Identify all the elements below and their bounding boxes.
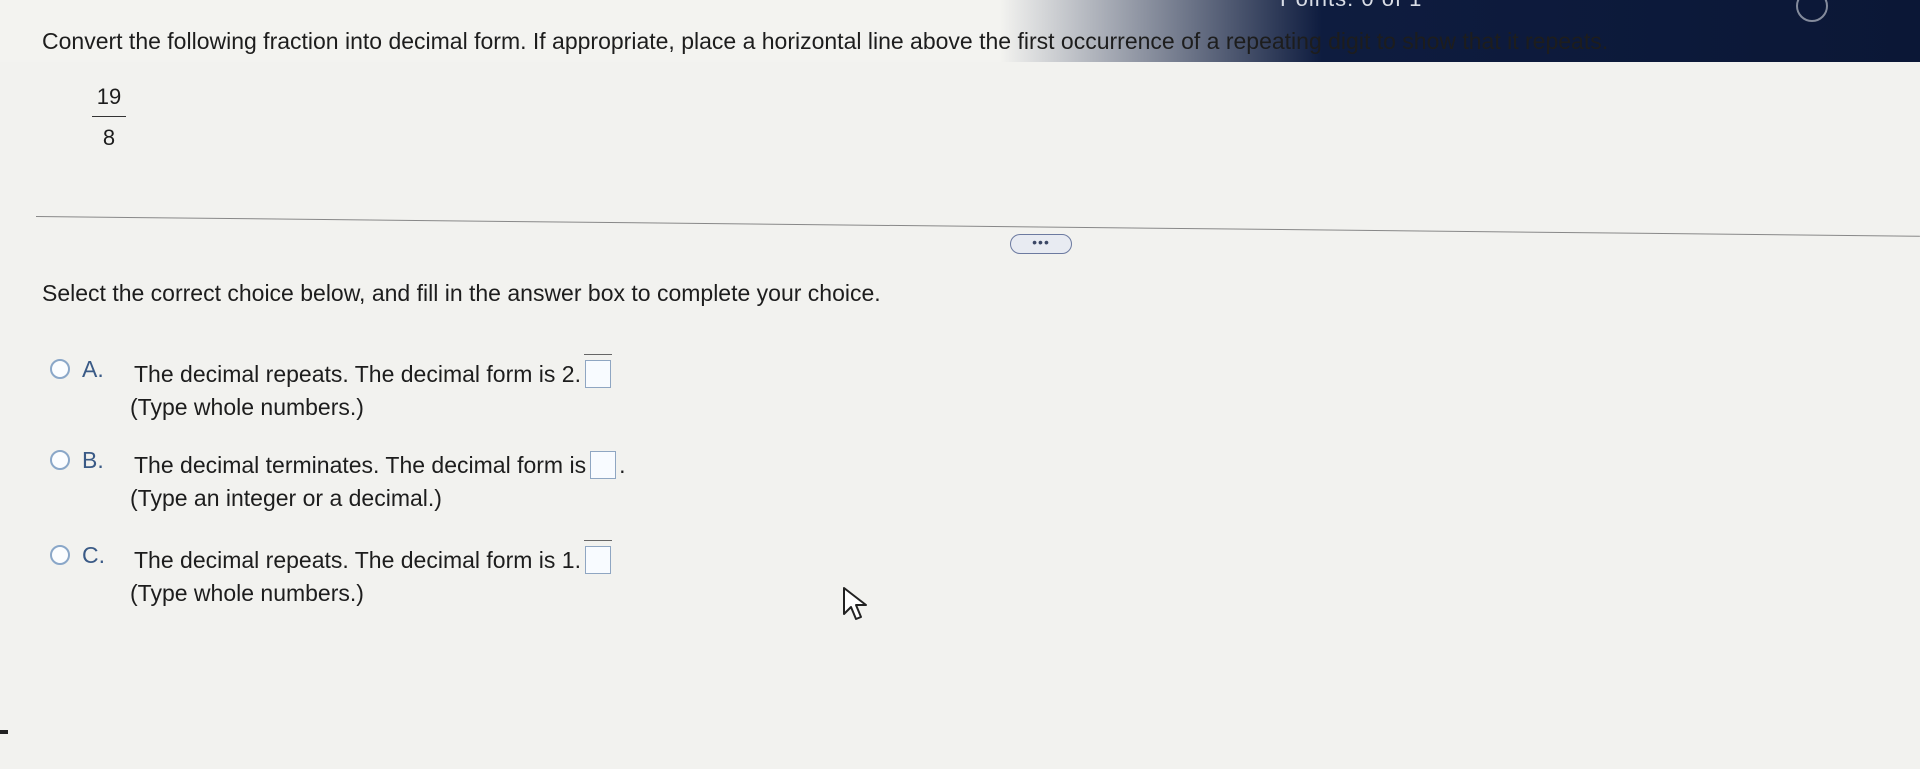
choice-a-answer-box[interactable] (583, 354, 612, 388)
choice-c-letter: C. (82, 542, 105, 568)
fraction: 19 8 (92, 84, 126, 151)
more-button[interactable]: ••• (1010, 234, 1072, 254)
choice-c-text: The decimal repeats. The decimal form is… (134, 540, 612, 574)
choice-b-text-after: . (619, 452, 626, 478)
choice-a-radio[interactable] (50, 359, 70, 379)
choice-a-text: The decimal repeats. The decimal form is… (134, 354, 612, 388)
fraction-bar (92, 116, 126, 117)
fraction-numerator: 19 (96, 84, 122, 109)
choice-a-text-before: The decimal repeats. The decimal form is… (134, 361, 581, 387)
points-indicator: Points: 0 of 1 (1280, 0, 1422, 12)
choice-c-hint: (Type whole numbers.) (130, 580, 364, 606)
instruction-text: Select the correct choice below, and fil… (42, 280, 881, 306)
choice-b-hint: (Type an integer or a decimal.) (130, 485, 442, 511)
divider (35, 216, 1920, 237)
edge-mark (0, 730, 8, 734)
fraction-denominator: 8 (102, 125, 116, 150)
mouse-cursor-icon (843, 587, 867, 620)
choice-c-answer-box[interactable] (583, 540, 612, 574)
choice-b-text: The decimal terminates. The decimal form… (134, 451, 625, 479)
choice-b-text-before: The decimal terminates. The decimal form… (134, 452, 587, 478)
choice-c-text-before: The decimal repeats. The decimal form is… (134, 547, 581, 573)
choice-a-hint: (Type whole numbers.) (130, 394, 364, 420)
choice-a-letter: A. (82, 356, 104, 382)
choice-b-letter: B. (82, 447, 104, 473)
choice-b-answer-box[interactable] (590, 451, 617, 479)
choice-c-radio[interactable] (50, 545, 70, 565)
choice-b-radio[interactable] (50, 450, 70, 470)
question-prompt: Convert the following fraction into deci… (42, 28, 1609, 54)
